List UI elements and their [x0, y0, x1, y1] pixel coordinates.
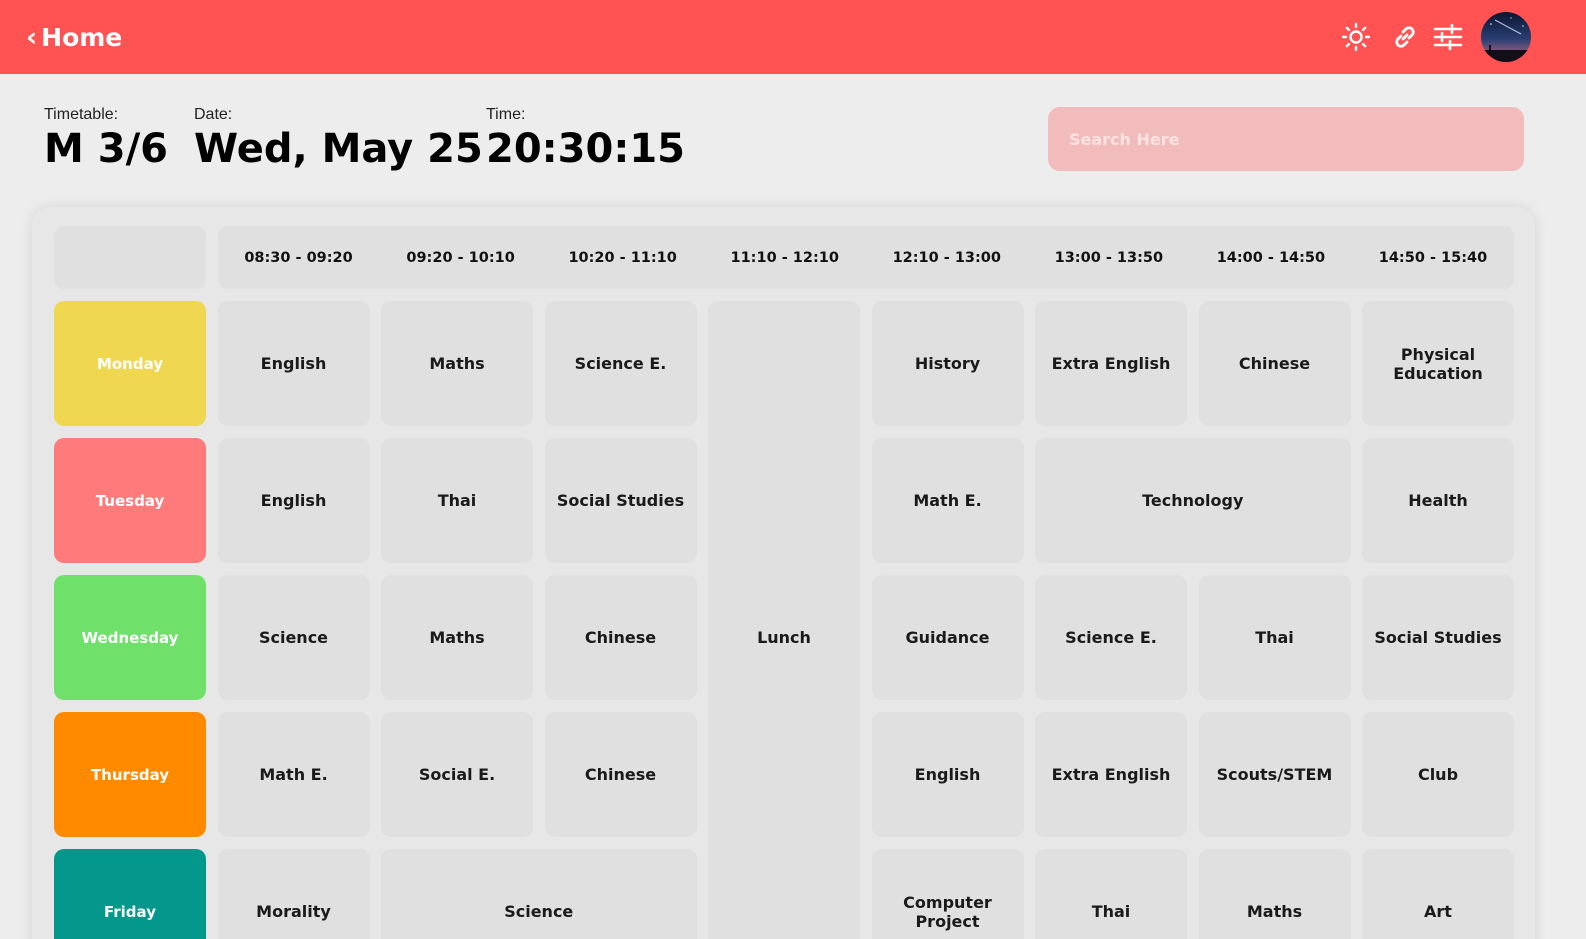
- period-time: 13:00 - 13:50: [1054, 249, 1164, 266]
- class-cell[interactable]: Science: [217, 575, 370, 700]
- class-cell[interactable]: Science E.: [1035, 575, 1187, 700]
- class-cell[interactable]: Maths: [1198, 849, 1351, 939]
- time-label: Time:: [486, 106, 526, 123]
- home-back-link[interactable]: ‹ Home: [26, 20, 122, 54]
- periods-header: 08:30 - 09:20 09:20 - 10:10 10:20 - 11:1…: [217, 226, 1514, 289]
- class-cell[interactable]: Extra English: [1035, 712, 1187, 837]
- time-info: Time: 20:30:15: [486, 106, 685, 172]
- class-cell[interactable]: Maths: [381, 301, 533, 426]
- date-label: Date:: [194, 106, 233, 123]
- class-cell[interactable]: Chinese: [1198, 301, 1351, 426]
- timetable-label: Timetable:: [44, 106, 119, 123]
- period-time: 08:30 - 09:20: [244, 249, 353, 266]
- top-bar: ‹ Home: [0, 0, 1586, 74]
- day-wednesday: Wednesday: [54, 575, 206, 700]
- class-cell[interactable]: Social Studies: [544, 438, 697, 563]
- class-cell[interactable]: Thai: [1035, 849, 1187, 939]
- class-cell[interactable]: Club: [1362, 712, 1514, 837]
- date-info: Date: Wed, May 25: [194, 106, 483, 172]
- home-label: Home: [41, 22, 123, 52]
- day-thursday: Thursday: [54, 712, 206, 837]
- class-cell[interactable]: Physical Education: [1362, 301, 1514, 426]
- time-value: 20:30:15: [486, 126, 685, 172]
- class-cell[interactable]: Thai: [381, 438, 533, 563]
- class-cell[interactable]: Science E.: [544, 301, 697, 426]
- class-cell[interactable]: Scouts/STEM: [1198, 712, 1351, 837]
- date-value: Wed, May 25: [194, 126, 483, 172]
- class-cell[interactable]: Art: [1362, 849, 1514, 939]
- class-cell[interactable]: Social Studies: [1362, 575, 1514, 700]
- class-cell[interactable]: Health: [1362, 438, 1514, 563]
- class-cell[interactable]: English: [871, 712, 1024, 837]
- lunch-cell[interactable]: Lunch: [708, 301, 860, 939]
- timetable-info: Timetable: M 3/6: [44, 106, 168, 172]
- sun-icon[interactable]: [1338, 19, 1374, 55]
- period-time: 14:00 - 14:50: [1216, 249, 1326, 266]
- timetable-card: 08:30 - 09:20 09:20 - 10:10 10:20 - 11:1…: [32, 207, 1535, 939]
- search-input[interactable]: [1048, 107, 1524, 171]
- class-cell[interactable]: Math E.: [871, 438, 1024, 563]
- period-time: 11:10 - 12:10: [730, 249, 839, 266]
- timetable-value: M 3/6: [44, 126, 169, 172]
- sliders-icon[interactable]: [1430, 19, 1466, 55]
- user-avatar[interactable]: [1481, 12, 1531, 62]
- class-cell[interactable]: Chinese: [544, 712, 697, 837]
- class-cell[interactable]: Guidance: [871, 575, 1024, 700]
- class-cell[interactable]: Technology: [1035, 438, 1351, 563]
- class-cell[interactable]: History: [871, 301, 1024, 426]
- class-cell[interactable]: English: [217, 301, 370, 426]
- class-cell[interactable]: Social E.: [381, 712, 533, 837]
- link-icon[interactable]: [1387, 19, 1423, 55]
- class-cell[interactable]: Computer Project: [871, 849, 1024, 939]
- class-cell[interactable]: Chinese: [544, 575, 697, 700]
- class-cell[interactable]: English: [217, 438, 370, 563]
- class-cell[interactable]: Math E.: [217, 712, 370, 837]
- class-cell[interactable]: Extra English: [1035, 301, 1187, 426]
- class-cell[interactable]: Science: [381, 849, 697, 939]
- class-cell[interactable]: Maths: [381, 575, 533, 700]
- chevron-left-icon: ‹: [26, 21, 38, 53]
- header-corner: [54, 226, 206, 289]
- timetable-grid: 08:30 - 09:20 09:20 - 10:10 10:20 - 11:1…: [54, 226, 1514, 939]
- day-tuesday: Tuesday: [54, 438, 206, 563]
- day-monday: Monday: [54, 301, 206, 426]
- period-time: 14:50 - 15:40: [1378, 249, 1488, 266]
- period-time: 12:10 - 13:00: [892, 249, 1001, 266]
- class-cell[interactable]: Thai: [1198, 575, 1351, 700]
- period-time: 09:20 - 10:10: [406, 249, 515, 266]
- day-friday: Friday: [54, 849, 206, 939]
- period-time: 10:20 - 11:10: [568, 249, 677, 266]
- class-cell[interactable]: Morality: [217, 849, 370, 939]
